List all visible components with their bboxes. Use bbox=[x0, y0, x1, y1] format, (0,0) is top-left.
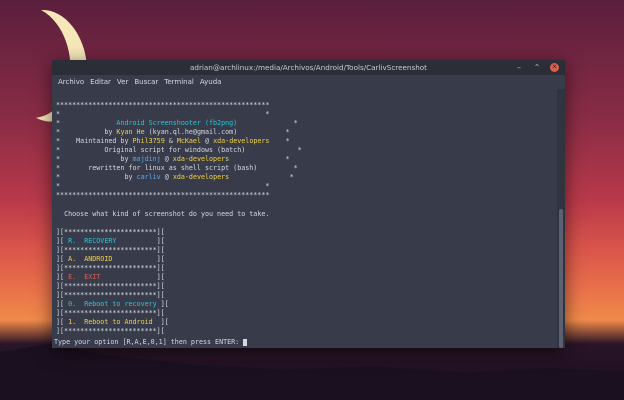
menu-terminal[interactable]: Terminal bbox=[164, 75, 194, 89]
menu-border: ][***********************][ bbox=[56, 246, 165, 254]
prompt-question: Choose what kind of screenshot do you ne… bbox=[64, 210, 270, 218]
menu-editar[interactable]: Editar bbox=[90, 75, 111, 89]
banner-author2-line: * by majdinj @ xda-developers * bbox=[56, 155, 290, 163]
scrollbar[interactable] bbox=[559, 89, 563, 348]
terminal-window: adrian@archlinux:/media/Archivos/Android… bbox=[52, 60, 565, 348]
banner-border-top: ****************************************… bbox=[56, 101, 270, 109]
scrollbar-thumb[interactable] bbox=[559, 209, 563, 348]
option-android: ][ A. ANDROID ][ bbox=[56, 255, 165, 263]
menu-buscar[interactable]: Buscar bbox=[134, 75, 158, 89]
menu-border: ][***********************][ bbox=[56, 327, 165, 335]
input-prompt: Type your option [R,A,E,0,1] then press … bbox=[54, 338, 244, 346]
minimize-button[interactable]: – bbox=[514, 60, 524, 75]
banner-border-bottom: ****************************************… bbox=[56, 191, 270, 199]
option-reboot-recovery: ][ 0. Reboot to recovery ][ bbox=[56, 300, 169, 308]
menu-border: ][***********************][ bbox=[56, 309, 165, 317]
banner-edge: * * bbox=[56, 182, 270, 190]
menu-archivo[interactable]: Archivo bbox=[58, 75, 84, 89]
banner-original-line: * Original script for windows (batch) * bbox=[56, 146, 302, 154]
banner-author-line: * by Kyan He (kyan.ql.he@gmail.com) * bbox=[56, 128, 290, 136]
menu-border: ][***********************][ bbox=[56, 282, 165, 290]
option-exit: ][ E. EXIT ][ bbox=[56, 273, 165, 281]
banner-title-line: * Android Screenshooter (fb2png) * bbox=[56, 119, 298, 127]
author-email: (kyan.ql.he@gmail.com) bbox=[148, 128, 238, 136]
window-title: adrian@archlinux:/media/Archivos/Android… bbox=[189, 63, 427, 72]
text-cursor bbox=[243, 338, 248, 346]
option-recovery: ][ R. RECOVERY ][ bbox=[56, 237, 165, 245]
maximize-button[interactable]: ⌃ bbox=[532, 60, 542, 75]
banner-rewritten-line: * rewritten for linux as shell script (b… bbox=[56, 164, 298, 172]
close-button[interactable]: ✕ bbox=[550, 63, 559, 72]
menu-bar: Archivo Editar Ver Buscar Terminal Ayuda bbox=[52, 75, 565, 89]
banner-maintainers-line: * Maintained by Phil3759 & McKael @ xda-… bbox=[56, 137, 290, 145]
menu-border: ][***********************][ bbox=[56, 228, 165, 236]
author-name: Kyan He bbox=[116, 128, 145, 136]
menu-ver[interactable]: Ver bbox=[117, 75, 128, 89]
input-prompt-line[interactable]: Type your option [R,A,E,0,1] then press … bbox=[54, 338, 248, 347]
menu-border: ][***********************][ bbox=[56, 291, 165, 299]
menu-border: ][***********************][ bbox=[56, 264, 165, 272]
menu-ayuda[interactable]: Ayuda bbox=[200, 75, 222, 89]
title-bar[interactable]: adrian@archlinux:/media/Archivos/Android… bbox=[52, 60, 565, 75]
banner-edge: * * bbox=[56, 110, 270, 118]
option-reboot-android: ][ 1. Reboot to Android ][ bbox=[56, 318, 169, 326]
banner-author3-line: * by carliv @ xda-developers * bbox=[56, 173, 294, 181]
banner-title: Android Screenshooter (fb2png) bbox=[116, 119, 238, 127]
terminal-output[interactable]: ****************************************… bbox=[52, 89, 557, 348]
